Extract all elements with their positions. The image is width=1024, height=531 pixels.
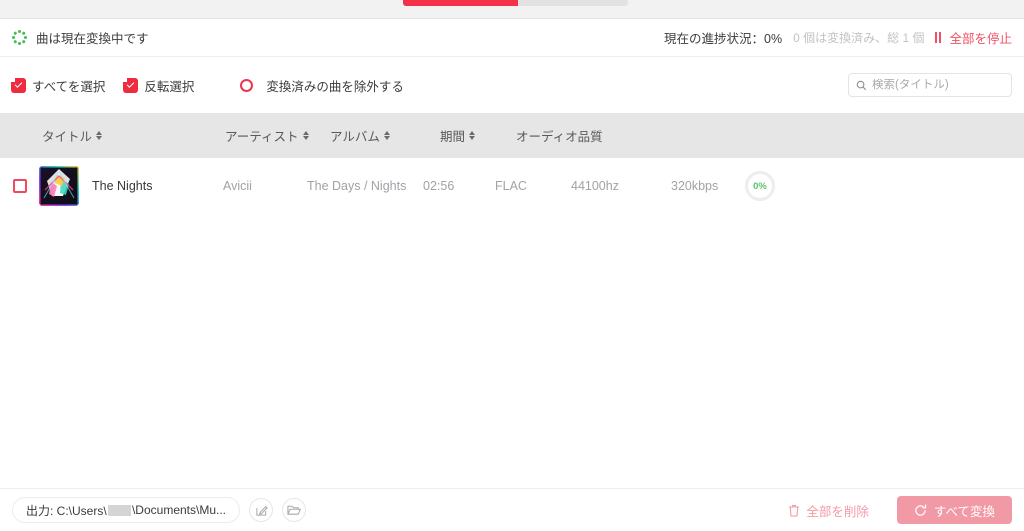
sort-icon	[302, 131, 309, 140]
edit-pencil-icon	[255, 505, 268, 516]
sort-icon	[96, 131, 103, 140]
column-header-quality: オーディオ品質	[516, 126, 603, 145]
delete-all-button[interactable]: 全部を削除	[788, 501, 869, 520]
exclude-converted-toggle[interactable]: 変換済みの曲を除外する	[240, 76, 404, 95]
progress-label: 現在の進捗状況：0%	[664, 32, 783, 46]
column-label: アルバム	[330, 130, 380, 144]
column-label: アーティスト	[225, 130, 299, 144]
redacted-username	[107, 504, 131, 516]
output-path-prefix: 出力: C:\Users\	[26, 503, 107, 518]
folder-open-icon	[287, 505, 301, 515]
column-label: タイトル	[42, 130, 93, 144]
tab-progress-track	[403, 0, 628, 6]
cell-bitrate: 320kbps	[671, 179, 719, 193]
output-path[interactable]: 出力: C:\Users\ \Documents\Mu...	[12, 497, 240, 523]
search-input[interactable]	[872, 79, 1004, 91]
sort-icon	[383, 131, 390, 140]
table-row[interactable]: The Nights Avicii The Days / Nights 02:5…	[0, 158, 1024, 214]
edit-output-path-button[interactable]	[249, 498, 273, 522]
convert-all-button[interactable]: すべて変換	[896, 496, 1012, 524]
trash-icon	[789, 504, 800, 517]
row-checkbox[interactable]	[13, 179, 27, 193]
tab-strip	[0, 0, 1024, 19]
cell-format: FLAC	[495, 179, 527, 193]
cell-album: The Days / Nights	[307, 179, 407, 193]
footer-bar: 出力: C:\Users\ \Documents\Mu... 全部を削除 すべて…	[0, 488, 1024, 531]
cell-samplerate: 44100hz	[571, 179, 619, 193]
column-header-artist[interactable]: アーティスト	[225, 126, 330, 145]
tab-progress-fill	[403, 0, 518, 6]
progress-detail: 0 個は変換済み、総 1 個	[793, 31, 925, 45]
status-bar: 曲は現在変換中です 現在の進捗状況：0% 0 個は変換済み、総 1 個 全部を停…	[0, 19, 1024, 57]
invert-selection-label: 反転選択	[144, 79, 195, 94]
column-header-title[interactable]: タイトル	[42, 126, 225, 145]
status-left-group: 曲は現在変換中です	[12, 28, 149, 47]
sort-icon	[469, 131, 476, 140]
loading-spinner-icon	[12, 30, 27, 45]
album-artwork	[39, 166, 79, 206]
cell-duration: 02:56	[423, 179, 455, 193]
column-label: オーディオ品質	[516, 130, 603, 144]
invert-selection-button[interactable]: 反転選択	[123, 76, 195, 95]
radio-unchecked-icon	[240, 78, 254, 92]
search-box[interactable]	[848, 73, 1012, 97]
convert-all-label: すべて変換	[933, 504, 995, 519]
checkbox-checked-icon	[123, 77, 138, 92]
toolbar: すべてを選択 反転選択 変換済みの曲を除外する	[0, 57, 1024, 113]
open-folder-button[interactable]	[282, 498, 306, 522]
status-message: 曲は現在変換中です	[36, 32, 149, 46]
output-path-suffix: \Documents\Mu...	[131, 503, 226, 517]
table-header: タイトル アーティスト アルバム 期間 オーディオ品質	[0, 113, 1024, 158]
select-all-label: すべてを選択	[32, 79, 106, 94]
search-icon	[856, 80, 867, 90]
delete-all-label: 全部を削除	[806, 504, 869, 519]
stop-all-label: 全部を停止	[949, 32, 1012, 46]
column-header-duration[interactable]: 期間	[440, 126, 516, 145]
app-window: 曲は現在変換中です 現在の進捗状況：0% 0 個は変換済み、総 1 個 全部を停…	[0, 0, 1024, 531]
pause-icon	[935, 32, 943, 43]
column-header-album[interactable]: アルバム	[330, 126, 440, 145]
column-label: 期間	[440, 130, 466, 144]
cell-artist: Avicii	[223, 179, 252, 193]
select-all-button[interactable]: すべてを選択	[11, 76, 106, 95]
exclude-converted-label: 変換済みの曲を除外する	[266, 79, 404, 94]
row-progress-ring: 0%	[745, 171, 775, 201]
stop-all-button[interactable]: 全部を停止	[935, 28, 1012, 47]
cell-title: The Nights	[92, 179, 153, 193]
status-right-group: 現在の進捗状況：0% 0 個は変換済み、総 1 個 全部を停止	[664, 28, 1012, 47]
checkbox-checked-icon	[11, 77, 25, 92]
refresh-icon	[915, 504, 926, 516]
